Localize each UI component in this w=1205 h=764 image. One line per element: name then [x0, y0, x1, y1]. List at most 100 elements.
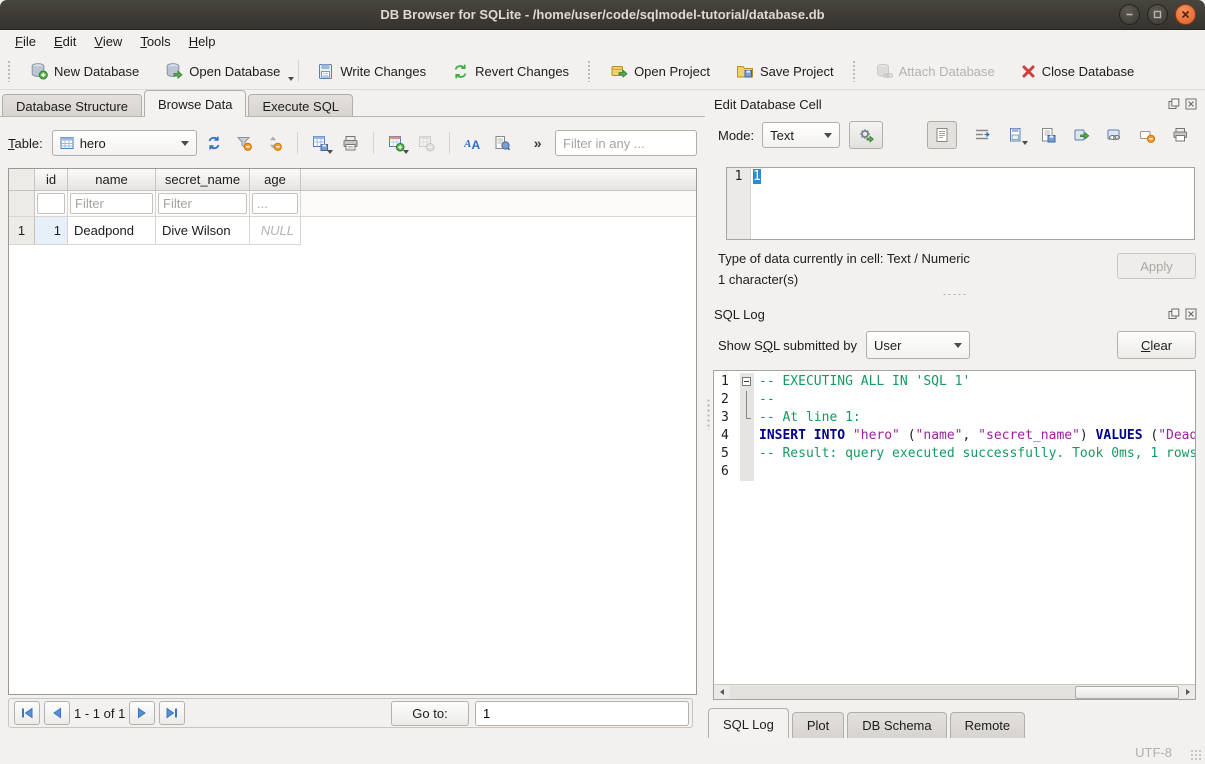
save-project-button[interactable]: Save Project	[728, 57, 842, 85]
nav-first-icon	[20, 707, 34, 719]
set-null-button[interactable]	[1139, 127, 1155, 143]
titlebar[interactable]: DB Browser for SQLite - /home/user/code/…	[0, 0, 1205, 30]
toolbar-grip[interactable]	[587, 60, 592, 82]
sql-log-dock-titlebar[interactable]: SQL Log	[705, 302, 1205, 324]
dock-tab-plot[interactable]: Plot	[792, 712, 844, 738]
clear-log-button[interactable]: Clear	[1117, 331, 1196, 359]
sql-source-selector[interactable]: User	[866, 331, 970, 359]
scroll-left-arrow[interactable]	[714, 685, 729, 699]
dock-tab-sql-log[interactable]: SQL Log	[708, 708, 789, 738]
tab-execute-sql[interactable]: Execute SQL	[248, 94, 353, 117]
nav-next-button[interactable]	[129, 701, 155, 725]
copy-to-cell-button[interactable]	[1073, 127, 1089, 143]
table-selector[interactable]: hero	[52, 130, 197, 156]
sql-log-lines: 1 -- EXECUTING ALL IN 'SQL 1' 2 -- 3 -- …	[714, 371, 1195, 684]
grid-empty-area[interactable]	[9, 245, 696, 694]
find-replace-button[interactable]	[490, 131, 515, 155]
filter-any-column-input[interactable]	[555, 130, 697, 156]
column-header-age[interactable]: age	[250, 169, 301, 191]
font-format-button[interactable]: A A	[460, 131, 485, 155]
word-wrap-button[interactable]	[974, 127, 990, 143]
dock-float-button[interactable]	[1167, 308, 1180, 321]
filter-input-age[interactable]	[252, 193, 298, 214]
menu-help[interactable]: Help	[180, 31, 225, 52]
minimize-button[interactable]	[1119, 4, 1140, 25]
toolbar-grip[interactable]	[7, 60, 12, 82]
goto-input[interactable]	[475, 701, 689, 726]
open-project-button[interactable]: Open Project	[602, 57, 718, 85]
goto-button[interactable]: Go to:	[391, 701, 469, 726]
mode-label: Mode:	[718, 128, 754, 143]
sql-log-view[interactable]: 1 -- EXECUTING ALL IN 'SQL 1' 2 -- 3 -- …	[713, 370, 1196, 700]
menu-view[interactable]: View	[85, 31, 131, 52]
nav-last-icon	[165, 707, 179, 719]
link-button[interactable]	[1106, 127, 1122, 143]
cell-name[interactable]: Deadpond	[68, 217, 156, 245]
column-header-name[interactable]: name	[68, 169, 156, 191]
clear-sort-button[interactable]	[262, 131, 287, 155]
dock-close-button[interactable]	[1184, 308, 1197, 321]
text-mode-button[interactable]	[927, 121, 957, 149]
cell-id[interactable]: 1	[35, 217, 68, 245]
fold-margin[interactable]	[740, 373, 754, 391]
dock-splitter-handle[interactable]	[705, 288, 1205, 300]
new-database-button[interactable]: New Database	[22, 57, 147, 85]
column-header-secret-name[interactable]: secret_name	[156, 169, 250, 191]
open-database-menu-arrow[interactable]	[288, 77, 294, 81]
export-to-file-button[interactable]	[1040, 127, 1056, 143]
dock-tab-remote[interactable]: Remote	[950, 712, 1026, 738]
column-header-id[interactable]: id	[35, 169, 68, 191]
export-table-button[interactable]	[308, 131, 333, 155]
cell-editor[interactable]: 1 1	[726, 167, 1195, 240]
import-from-file-button[interactable]	[1007, 127, 1023, 143]
dock-tab-db-schema[interactable]: DB Schema	[847, 712, 946, 738]
maximize-button[interactable]	[1147, 4, 1168, 25]
editor-content[interactable]: 1	[751, 168, 1194, 239]
scrollbar-track[interactable]	[730, 686, 1179, 699]
grid-filter-row	[9, 191, 696, 217]
import-menu-arrow[interactable]	[1022, 141, 1028, 145]
revert-changes-button[interactable]: Revert Changes	[444, 58, 577, 85]
filter-input-secret-name[interactable]	[158, 193, 247, 214]
toolbar-overflow-chevron[interactable]: »	[534, 135, 542, 151]
scrollbar-thumb[interactable]	[1075, 686, 1179, 699]
dock-float-button[interactable]	[1167, 98, 1180, 111]
fold-collapse-icon[interactable]	[742, 377, 751, 386]
insert-record-menu-arrow[interactable]	[403, 150, 409, 154]
export-table-icon	[312, 135, 329, 152]
record-navbar: 1 - 1 of 1 Go to:	[8, 698, 693, 728]
open-database-button[interactable]: Open Database	[157, 57, 288, 85]
horizontal-scrollbar[interactable]	[714, 684, 1195, 699]
row-number-cell[interactable]: 1	[9, 217, 35, 245]
dock-close-button[interactable]	[1184, 98, 1197, 111]
tab-browse-data[interactable]: Browse Data	[144, 90, 246, 117]
close-database-button[interactable]: Close Database	[1013, 59, 1143, 84]
cell-age[interactable]: NULL	[250, 217, 301, 245]
apply-format-button[interactable]	[849, 121, 883, 149]
print-cell-button[interactable]	[1172, 127, 1188, 143]
clear-filters-button[interactable]	[232, 131, 257, 155]
filter-input-name[interactable]	[70, 193, 153, 214]
nav-last-button[interactable]	[159, 701, 185, 725]
toolbar-grip[interactable]	[852, 60, 857, 82]
nav-prev-button[interactable]	[44, 701, 70, 725]
edit-cell-dock-titlebar[interactable]: Edit Database Cell	[705, 92, 1205, 114]
panel-splitter-handle[interactable]	[706, 398, 711, 430]
insert-record-button[interactable]	[384, 131, 409, 155]
menu-tools[interactable]: Tools	[131, 31, 179, 52]
close-button[interactable]	[1175, 4, 1196, 25]
mode-selector[interactable]: Text	[762, 122, 840, 148]
menu-edit[interactable]: Edit	[45, 31, 85, 52]
refresh-button[interactable]	[202, 131, 227, 155]
resize-grip[interactable]	[1190, 749, 1203, 762]
cell-secret-name[interactable]: Dive Wilson	[156, 217, 250, 245]
export-table-menu-arrow[interactable]	[327, 150, 333, 154]
filter-input-id[interactable]	[37, 193, 65, 214]
nav-first-button[interactable]	[14, 701, 40, 725]
menu-file[interactable]: File	[6, 31, 45, 52]
tab-database-structure[interactable]: Database Structure	[2, 94, 142, 117]
corner-header-cell[interactable]	[9, 169, 35, 191]
scroll-right-arrow[interactable]	[1180, 685, 1195, 699]
write-changes-button[interactable]: Write Changes	[309, 58, 434, 85]
print-button[interactable]	[338, 131, 363, 155]
